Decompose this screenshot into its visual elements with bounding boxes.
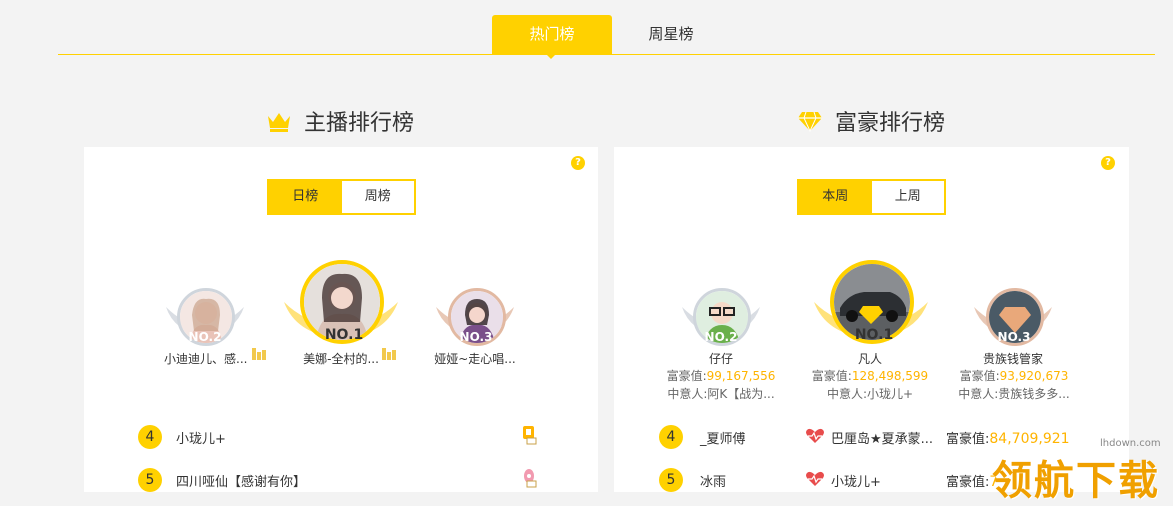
- rank-number: 5: [659, 468, 683, 492]
- favorite-person: 中意人:阿K【战为...: [667, 387, 775, 401]
- rank-label: NO.1: [854, 327, 894, 343]
- favorite-name[interactable]: 小珑儿+: [831, 471, 881, 490]
- podium-name[interactable]: 美娜-全村的...: [298, 350, 384, 367]
- heart-icon: [806, 428, 824, 443]
- rank-label: NO.2: [188, 330, 222, 344]
- anchor-rank-heading: 主播排行榜: [266, 105, 414, 137]
- toggle-week[interactable]: 周榜: [341, 181, 414, 213]
- rank-label: NO.3: [459, 330, 493, 344]
- podium-name[interactable]: 凡人: [830, 350, 910, 367]
- help-icon[interactable]: ?: [571, 156, 585, 170]
- rank-number: 4: [138, 425, 162, 449]
- diamond-icon: [798, 111, 822, 132]
- list-item-name[interactable]: 冰雨: [700, 471, 726, 490]
- toggle-this-week[interactable]: 本周: [799, 181, 872, 213]
- favorite-person: 中意人:小珑儿+: [826, 387, 914, 401]
- wealth-value: 富豪值:7: [946, 474, 999, 490]
- tab-star[interactable]: 周星榜: [626, 15, 716, 54]
- anchor-rank-panel: ? 日榜 周榜 NO.2 小迪迪儿、感... NO.1 美娜-全村的... NO…: [84, 147, 598, 492]
- podium-name[interactable]: 娅娅~走心唱...: [432, 350, 518, 367]
- podium-name[interactable]: 贵族钱管家: [972, 350, 1054, 367]
- wealth-value: 富豪值:99,167,556: [666, 369, 776, 383]
- diamond-icon: [859, 306, 883, 324]
- wealth-value: 富豪值:84,709,921: [946, 431, 1070, 447]
- list-item-name[interactable]: 四川哑仙【感谢有你】: [176, 471, 306, 490]
- crown-icon: [268, 113, 290, 132]
- rich-rank-heading: 富豪排行榜: [797, 105, 945, 137]
- podium-name[interactable]: 仔仔: [680, 350, 762, 367]
- wealth-value: 富豪值:128,498,599: [811, 369, 929, 383]
- toggle-last-week[interactable]: 上周: [871, 181, 944, 213]
- rich-rank-title: 富豪排行榜: [835, 111, 946, 136]
- wealth-value: 富豪值:93,920,673: [959, 369, 1069, 383]
- rank-number: 5: [138, 468, 162, 492]
- anchor-rank-title: 主播排行榜: [304, 111, 415, 136]
- level-badge-icon: [523, 426, 537, 445]
- active-tab-caret: [546, 54, 556, 59]
- level-icon: [382, 348, 396, 360]
- watermark-logo: 领航下载: [992, 458, 1160, 504]
- rank-label: NO.3: [997, 330, 1031, 344]
- tab-underline: [58, 54, 1155, 55]
- help-icon[interactable]: ?: [1101, 156, 1115, 170]
- toggle-day[interactable]: 日榜: [269, 181, 342, 213]
- rank-label: NO.2: [704, 330, 738, 344]
- list-item-name[interactable]: 小珑儿+: [176, 428, 226, 447]
- rich-period-toggle: 本周 上周: [797, 179, 946, 215]
- podium-name[interactable]: 小迪迪儿、感...: [164, 350, 247, 367]
- rich-rank-panel: ? 本周 上周 NO.2 仔仔 富豪值:99,167,556 中意人:阿K【战为…: [614, 147, 1129, 492]
- level-badge-icon: [524, 469, 537, 488]
- heart-icon: [806, 471, 824, 486]
- tab-hot[interactable]: 热门榜: [492, 15, 612, 54]
- favorite-person: 中意人:贵族钱多多...: [958, 387, 1070, 401]
- level-icon: [252, 348, 266, 360]
- rank-number: 4: [659, 425, 683, 449]
- list-item-name[interactable]: _夏师傅: [700, 428, 746, 447]
- favorite-name[interactable]: 巴厘岛★夏承蒙...: [831, 428, 933, 447]
- rank-label: NO.1: [324, 327, 364, 343]
- anchor-period-toggle: 日榜 周榜: [267, 179, 416, 215]
